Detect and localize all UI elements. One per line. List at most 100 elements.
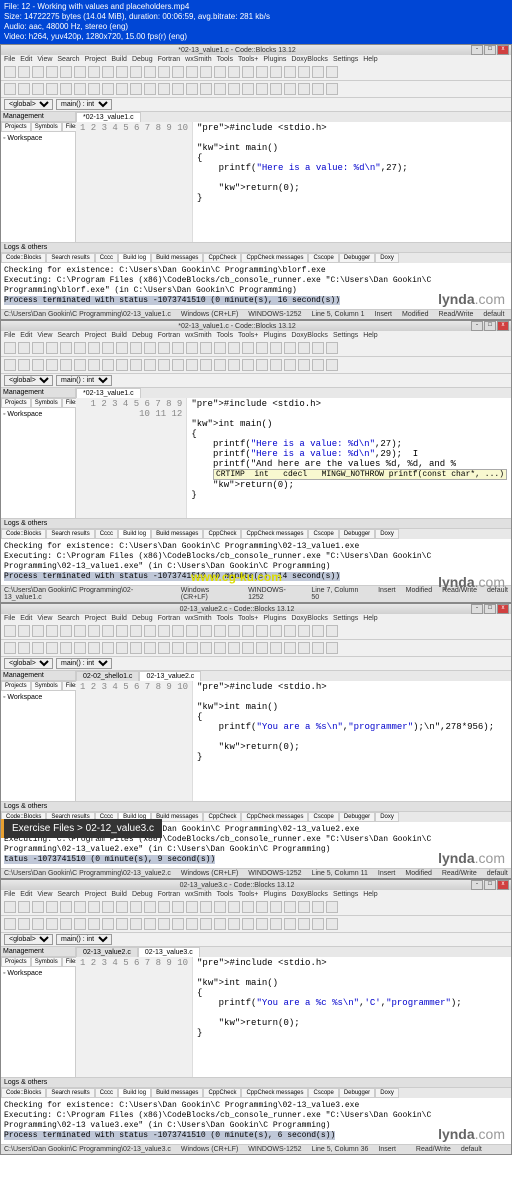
log-tab[interactable]: CppCheck — [203, 1088, 241, 1098]
toolbar-button[interactable] — [242, 901, 254, 913]
toolbar-button[interactable] — [228, 642, 240, 654]
sidebar-tab[interactable]: Symbols — [31, 681, 62, 691]
toolbar-button[interactable] — [102, 83, 114, 95]
tree-item[interactable]: ◦ Workspace — [3, 134, 73, 143]
toolbar-button[interactable] — [242, 359, 254, 371]
toolbar-button[interactable] — [312, 625, 324, 637]
toolbar-button[interactable] — [158, 625, 170, 637]
toolbar-button[interactable] — [102, 918, 114, 930]
toolbar-button[interactable] — [46, 918, 58, 930]
toolbar-button[interactable] — [158, 918, 170, 930]
menu-fortran[interactable]: Fortran — [158, 615, 181, 622]
toolbar-button[interactable] — [130, 83, 142, 95]
toolbar-button[interactable] — [172, 625, 184, 637]
toolbar-button[interactable] — [186, 901, 198, 913]
log-tab[interactable]: Search results — [46, 253, 94, 263]
toolbar-button[interactable] — [298, 342, 310, 354]
toolbar-button[interactable] — [116, 642, 128, 654]
toolbar-button[interactable] — [4, 66, 16, 78]
tree-item[interactable]: ◦ Workspace — [3, 969, 73, 978]
toolbar-button[interactable] — [60, 642, 72, 654]
toolbar-button[interactable] — [326, 901, 338, 913]
menu-debug[interactable]: Debug — [132, 615, 153, 622]
toolbar-button[interactable] — [158, 83, 170, 95]
toolbar-button[interactable] — [74, 642, 86, 654]
toolbar-button[interactable] — [172, 901, 184, 913]
toolbar-button[interactable] — [102, 642, 114, 654]
toolbar-button[interactable] — [242, 625, 254, 637]
log-tab[interactable]: CppCheck — [203, 812, 241, 822]
file-tab[interactable]: *02-13_value1.c — [76, 112, 141, 122]
maximize-button[interactable]: □ — [484, 880, 496, 890]
toolbar-button[interactable] — [46, 83, 58, 95]
menu-settings[interactable]: Settings — [333, 56, 358, 63]
toolbar-button[interactable] — [32, 642, 44, 654]
toolbar-button[interactable] — [32, 901, 44, 913]
toolbar-button[interactable] — [18, 342, 30, 354]
toolbar-button[interactable] — [102, 66, 114, 78]
toolbar-button[interactable] — [144, 359, 156, 371]
toolbar-button[interactable] — [256, 918, 268, 930]
menu-doxyblocks[interactable]: DoxyBlocks — [291, 891, 328, 898]
toolbar-button[interactable] — [18, 901, 30, 913]
toolbar-button[interactable] — [46, 901, 58, 913]
toolbar-button[interactable] — [74, 901, 86, 913]
toolbar-button[interactable] — [116, 901, 128, 913]
toolbar-button[interactable] — [4, 359, 16, 371]
toolbar-button[interactable] — [298, 918, 310, 930]
toolbar-button[interactable] — [214, 901, 226, 913]
toolbar-button[interactable] — [4, 83, 16, 95]
toolbar-button[interactable] — [116, 66, 128, 78]
toolbar-button[interactable] — [298, 901, 310, 913]
log-tab[interactable]: Debugger — [339, 253, 375, 263]
log-tab[interactable]: Cscope — [308, 812, 338, 822]
toolbar-button[interactable] — [228, 342, 240, 354]
toolbar-button[interactable] — [46, 66, 58, 78]
toolbar-button[interactable] — [200, 359, 212, 371]
menu-project[interactable]: Project — [85, 891, 107, 898]
menu-build[interactable]: Build — [111, 332, 127, 339]
toolbar-button[interactable] — [242, 342, 254, 354]
toolbar-button[interactable] — [228, 66, 240, 78]
toolbar-button[interactable] — [326, 625, 338, 637]
log-tab[interactable]: Code::Blocks — [1, 253, 46, 263]
menu-debug[interactable]: Debug — [132, 332, 153, 339]
toolbar-button[interactable] — [326, 359, 338, 371]
toolbar-button[interactable] — [284, 642, 296, 654]
menu-help[interactable]: Help — [363, 332, 377, 339]
toolbar-button[interactable] — [32, 625, 44, 637]
menu-debug[interactable]: Debug — [132, 891, 153, 898]
toolbar-button[interactable] — [256, 83, 268, 95]
toolbar-button[interactable] — [144, 342, 156, 354]
menu-help[interactable]: Help — [363, 56, 377, 63]
func-select[interactable]: main() : int — [56, 375, 112, 386]
toolbar-button[interactable] — [18, 918, 30, 930]
toolbar-button[interactable] — [116, 359, 128, 371]
toolbar-button[interactable] — [284, 918, 296, 930]
toolbar-button[interactable] — [186, 342, 198, 354]
toolbar-button[interactable] — [256, 359, 268, 371]
log-tab[interactable]: Debugger — [339, 812, 375, 822]
menu-tools+[interactable]: Tools+ — [238, 56, 258, 63]
toolbar-button[interactable] — [326, 66, 338, 78]
log-tab[interactable]: Search results — [46, 1088, 94, 1098]
toolbar-button[interactable] — [172, 918, 184, 930]
toolbar-button[interactable] — [186, 66, 198, 78]
toolbar-button[interactable] — [214, 642, 226, 654]
toolbar-button[interactable] — [102, 901, 114, 913]
toolbar-button[interactable] — [284, 66, 296, 78]
log-tab[interactable]: Doxy — [375, 1088, 399, 1098]
toolbar-button[interactable] — [74, 625, 86, 637]
toolbar-button[interactable] — [4, 901, 16, 913]
toolbar-button[interactable] — [102, 342, 114, 354]
toolbar-button[interactable] — [74, 359, 86, 371]
toolbar-button[interactable] — [18, 642, 30, 654]
log-tab[interactable]: CppCheck — [203, 253, 241, 263]
toolbar-button[interactable] — [130, 642, 142, 654]
toolbar-button[interactable] — [270, 625, 282, 637]
log-tab[interactable]: CppCheck messages — [241, 529, 308, 539]
log-tab[interactable]: Doxy — [375, 529, 399, 539]
toolbar-button[interactable] — [228, 625, 240, 637]
log-tab[interactable]: Build messages — [151, 1088, 203, 1098]
menu-plugins[interactable]: Plugins — [263, 891, 286, 898]
